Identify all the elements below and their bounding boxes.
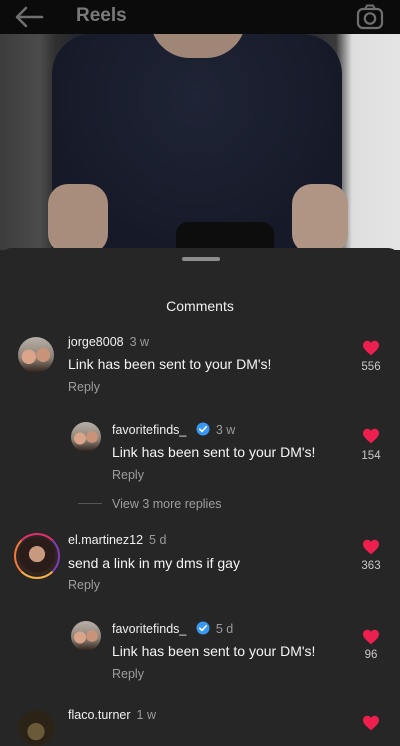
- heart-icon[interactable]: [362, 340, 380, 356]
- drag-handle[interactable]: [182, 257, 220, 261]
- heart-icon[interactable]: [362, 629, 380, 645]
- reply-button[interactable]: Reply: [68, 380, 100, 394]
- reply-button[interactable]: Reply: [112, 667, 144, 681]
- avatar[interactable]: [18, 337, 54, 373]
- comments-title: Comments: [166, 298, 234, 314]
- verified-badge-icon: [196, 422, 210, 436]
- comment-username[interactable]: favoritefinds_ 3 w: [112, 422, 235, 437]
- avatar[interactable]: [71, 422, 101, 452]
- like-count: 96: [364, 649, 378, 661]
- avatar-image: [18, 537, 56, 575]
- comment-time: 3 w: [129, 335, 150, 349]
- comment-time: 5 d: [215, 622, 234, 636]
- like-count: 363: [361, 560, 381, 572]
- comment-time: 3 w: [215, 423, 236, 437]
- heart-icon[interactable]: [362, 539, 380, 555]
- top-bar: Reels: [0, 0, 400, 34]
- like-count: 556: [361, 361, 381, 373]
- comment-username[interactable]: el.martinez12 5 d: [68, 533, 166, 547]
- heart-icon[interactable]: [362, 715, 380, 731]
- comment-text: Link has been sent to your DM's!: [68, 356, 272, 372]
- comment-time: 1 w: [136, 708, 156, 722]
- comments-sheet: Comments jorge8008 3 w Link has been sent…: [0, 248, 400, 746]
- comment-username[interactable]: jorge8008 3 w: [68, 335, 149, 349]
- reply-button[interactable]: Reply: [68, 578, 100, 592]
- comment-text: Link has been sent to your DM's!: [112, 643, 316, 659]
- view-more-replies-button[interactable]: View 3 more replies: [112, 497, 222, 511]
- like-count: 154: [361, 450, 381, 462]
- reply-button[interactable]: Reply: [112, 468, 144, 482]
- avatar[interactable]: [18, 710, 54, 746]
- camera-icon[interactable]: [356, 4, 384, 30]
- comment-username[interactable]: flaco.turner 1 w: [68, 708, 156, 722]
- heart-icon[interactable]: [362, 428, 380, 444]
- divider: [78, 503, 102, 504]
- avatar[interactable]: [14, 533, 60, 579]
- verified-badge-icon: [196, 621, 210, 635]
- page-title: Reels: [76, 5, 127, 26]
- arrow-left-icon[interactable]: [14, 6, 44, 28]
- comment-time: 5 d: [149, 533, 167, 547]
- comment-text: Link has been sent to your DM's!: [112, 444, 316, 460]
- comment-text: send a link in my dms if gay: [68, 555, 240, 571]
- comment-username[interactable]: favoritefinds_ 5 d: [112, 621, 233, 636]
- avatar[interactable]: [71, 621, 101, 651]
- reel-video[interactable]: [0, 34, 400, 250]
